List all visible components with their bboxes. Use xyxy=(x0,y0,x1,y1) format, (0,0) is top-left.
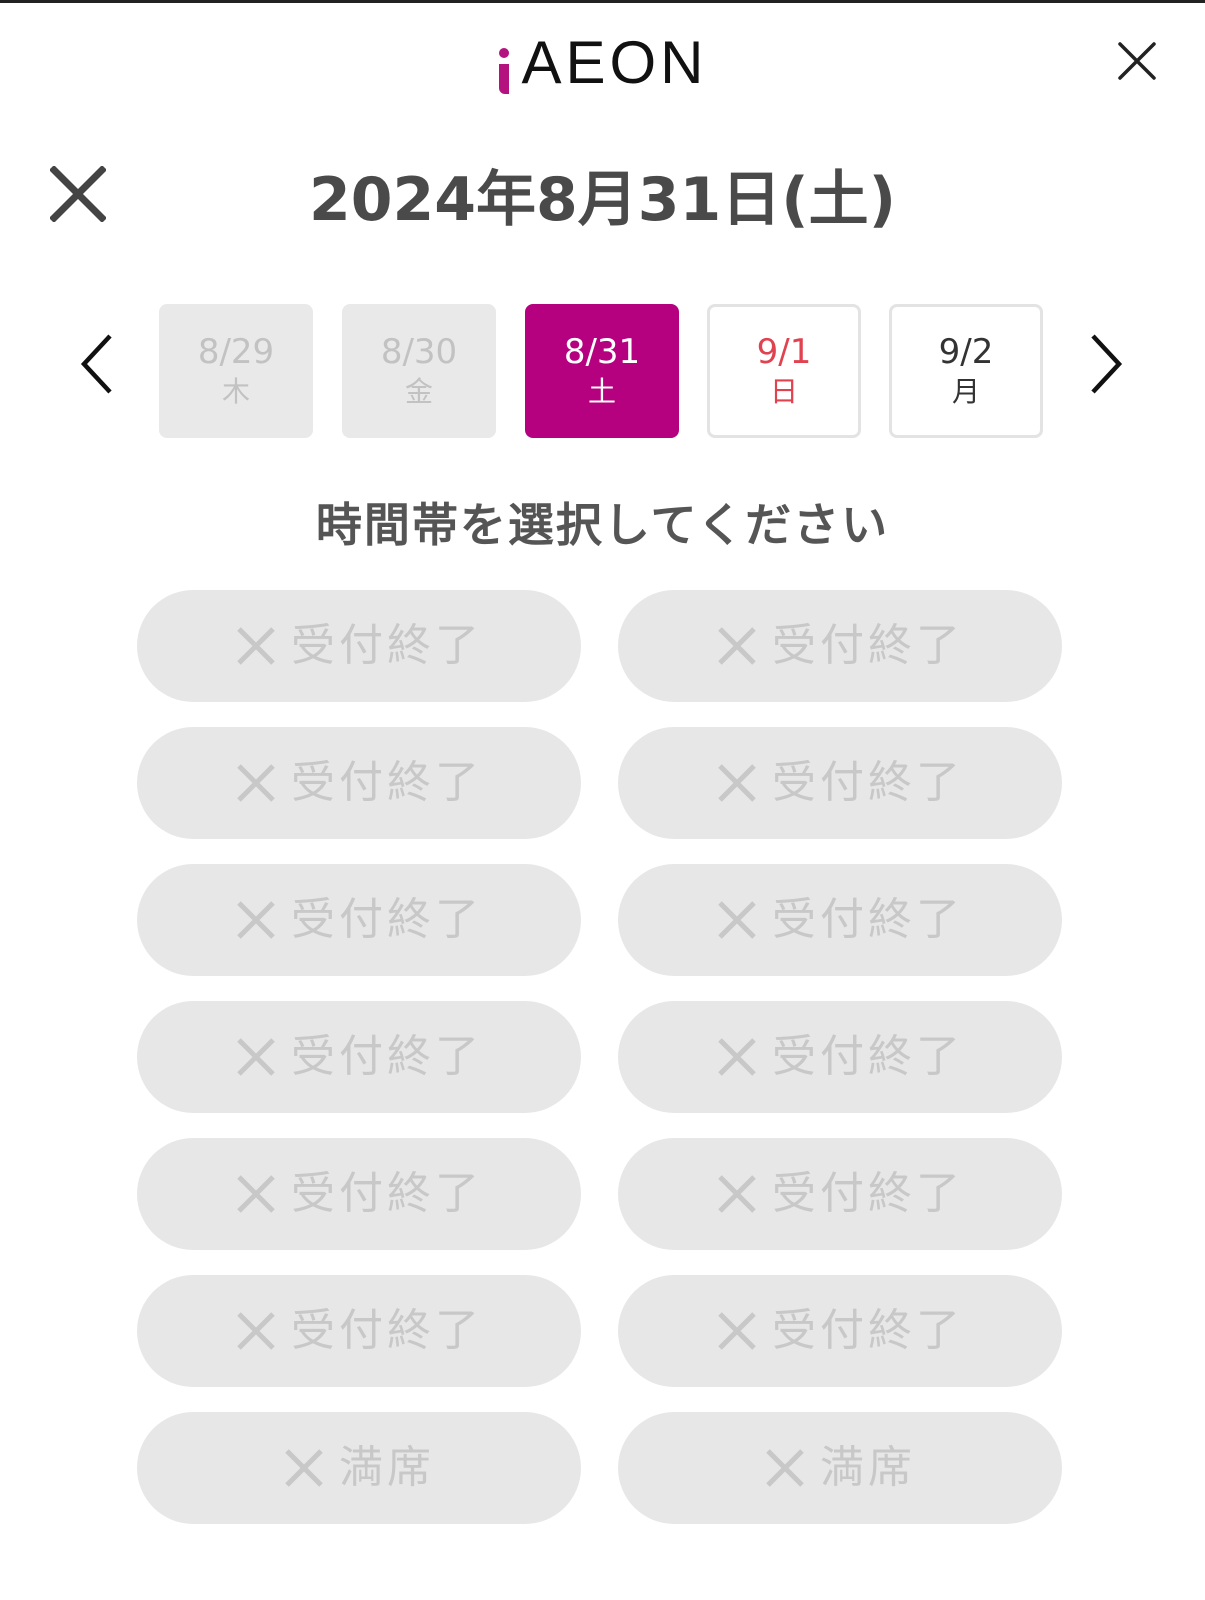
slot-status: 受付終了 xyxy=(772,1305,964,1356)
slot-status: 受付終了 xyxy=(291,620,483,671)
date-tab-9-2[interactable]: 9/2 月 xyxy=(889,304,1043,438)
date-tab-8-31[interactable]: 8/31 土 xyxy=(525,304,679,438)
time-slot: 満席 xyxy=(137,1412,581,1524)
slot-status: 受付終了 xyxy=(291,894,483,945)
chevron-left-icon[interactable] xyxy=(78,332,118,396)
weekday-label: 土 xyxy=(587,375,616,409)
slot-status: 満席 xyxy=(820,1442,916,1493)
slot-status: 受付終了 xyxy=(291,757,483,808)
logo-i-mark xyxy=(497,48,511,94)
x-mark-icon xyxy=(237,1312,275,1350)
time-slot: 受付終了 xyxy=(618,1275,1062,1387)
date-tab-8-29: 8/29 木 xyxy=(159,304,313,438)
slot-status: 受付終了 xyxy=(291,1168,483,1219)
time-slot-prompt: 時間帯を選択してください xyxy=(315,498,890,552)
x-mark-icon xyxy=(718,1312,756,1350)
date-label: 9/1 xyxy=(756,332,812,373)
date-label: 8/30 xyxy=(380,332,458,373)
brand-header: AEON xyxy=(0,28,1205,98)
weekday-label: 金 xyxy=(404,375,433,409)
logo-text: AEON xyxy=(521,29,708,96)
close-icon[interactable] xyxy=(1117,41,1157,81)
x-mark-icon xyxy=(237,901,275,939)
date-label: 9/2 xyxy=(938,332,994,373)
x-mark-icon xyxy=(285,1449,323,1487)
time-slot: 受付終了 xyxy=(618,1138,1062,1250)
x-mark-icon xyxy=(718,764,756,802)
x-mark-icon xyxy=(237,1175,275,1213)
slot-status: 受付終了 xyxy=(772,894,964,945)
x-mark-icon xyxy=(237,764,275,802)
time-slot: 受付終了 xyxy=(137,864,581,976)
selected-date-title: 2024年8月31日(土) xyxy=(308,165,897,235)
time-slot: 受付終了 xyxy=(618,1001,1062,1113)
x-mark-icon xyxy=(718,1038,756,1076)
x-mark-icon xyxy=(718,627,756,665)
slot-status: 受付終了 xyxy=(772,1168,964,1219)
time-slot: 受付終了 xyxy=(618,727,1062,839)
weekday-label: 日 xyxy=(769,375,798,409)
x-mark-icon xyxy=(718,1175,756,1213)
slot-status: 満席 xyxy=(339,1442,435,1493)
weekday-label: 木 xyxy=(221,375,250,409)
x-mark-icon xyxy=(766,1449,804,1487)
date-tab-9-1[interactable]: 9/1 日 xyxy=(707,304,861,438)
x-mark-icon xyxy=(237,627,275,665)
date-label: 8/31 xyxy=(563,332,641,373)
slot-status: 受付終了 xyxy=(772,757,964,808)
chevron-right-icon[interactable] xyxy=(1085,332,1125,396)
date-label: 8/29 xyxy=(197,332,275,373)
top-divider xyxy=(0,0,1205,3)
iaeon-logo: AEON xyxy=(497,29,708,96)
time-slot: 受付終了 xyxy=(618,864,1062,976)
time-slot: 受付終了 xyxy=(137,1138,581,1250)
slot-status: 受付終了 xyxy=(291,1305,483,1356)
slot-status: 受付終了 xyxy=(772,1031,964,1082)
time-slot: 受付終了 xyxy=(137,727,581,839)
time-slot: 受付終了 xyxy=(137,590,581,702)
date-tab-8-30: 8/30 金 xyxy=(342,304,496,438)
time-slot: 受付終了 xyxy=(618,590,1062,702)
time-slot: 受付終了 xyxy=(137,1001,581,1113)
time-slot: 満席 xyxy=(618,1412,1062,1524)
time-slot: 受付終了 xyxy=(137,1275,581,1387)
weekday-label: 月 xyxy=(951,375,980,409)
x-mark-icon xyxy=(718,901,756,939)
slot-status: 受付終了 xyxy=(772,620,964,671)
slot-status: 受付終了 xyxy=(291,1031,483,1082)
x-mark-icon xyxy=(237,1038,275,1076)
